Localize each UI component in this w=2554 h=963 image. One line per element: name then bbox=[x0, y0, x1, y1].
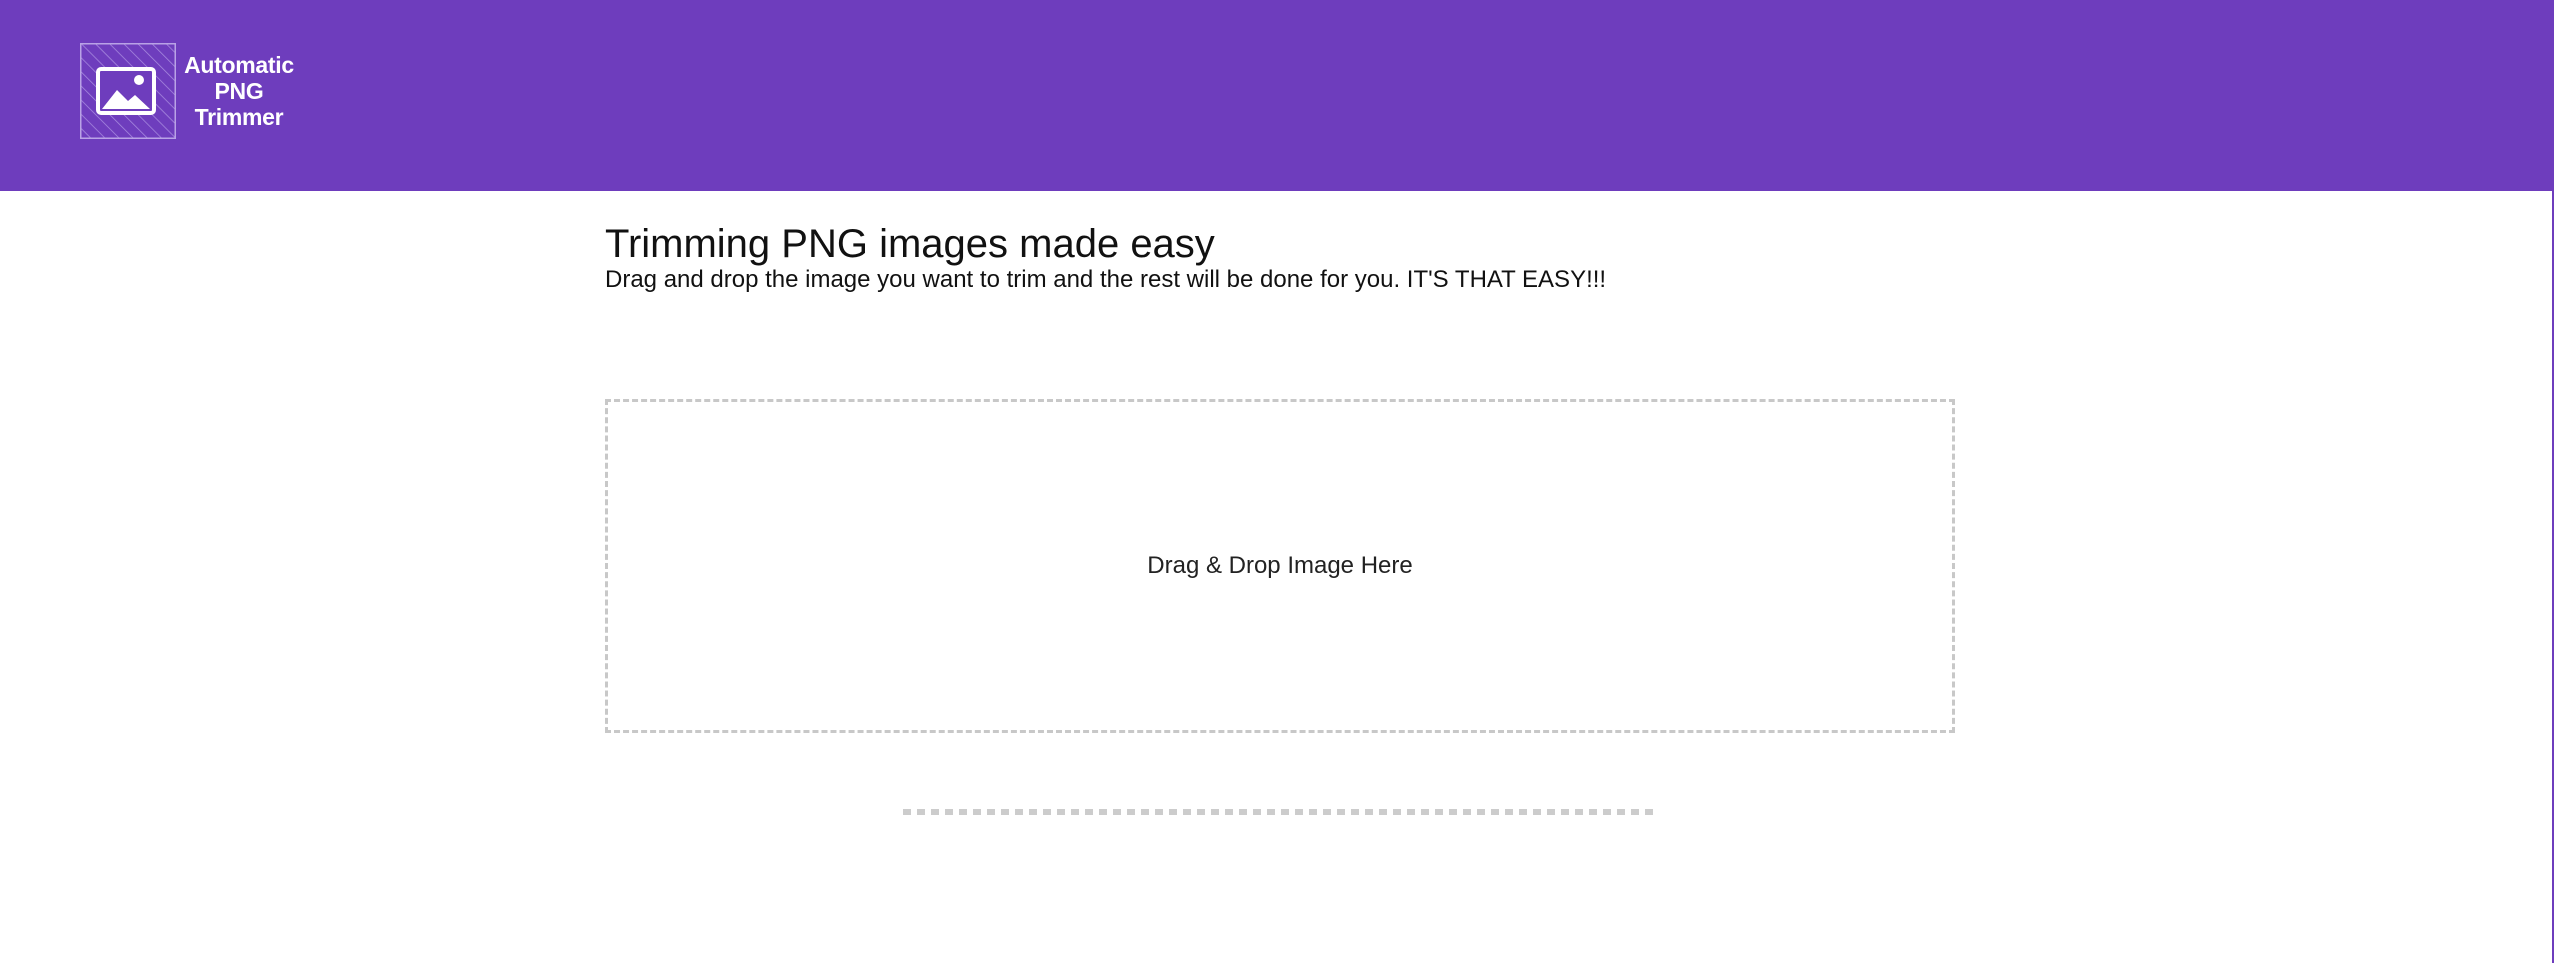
page-subtitle: Drag and drop the image you want to trim… bbox=[605, 266, 1607, 293]
image-dropzone[interactable]: Drag & Drop Image Here bbox=[605, 399, 1955, 733]
page-title: Trimming PNG images made easy bbox=[605, 222, 1215, 266]
logo-text-line: Automatic bbox=[184, 52, 294, 78]
image-icon bbox=[80, 43, 176, 139]
logo-text: Automatic PNG Trimmer bbox=[180, 52, 298, 130]
dropzone-label: Drag & Drop Image Here bbox=[1147, 552, 1413, 579]
site-header: Automatic PNG Trimmer bbox=[0, 0, 2554, 191]
logo-text-line: PNG bbox=[214, 78, 264, 104]
progress-indicator bbox=[903, 809, 1659, 815]
logo-text-line: Trimmer bbox=[194, 104, 284, 130]
site-logo[interactable]: Automatic PNG Trimmer bbox=[80, 43, 298, 139]
